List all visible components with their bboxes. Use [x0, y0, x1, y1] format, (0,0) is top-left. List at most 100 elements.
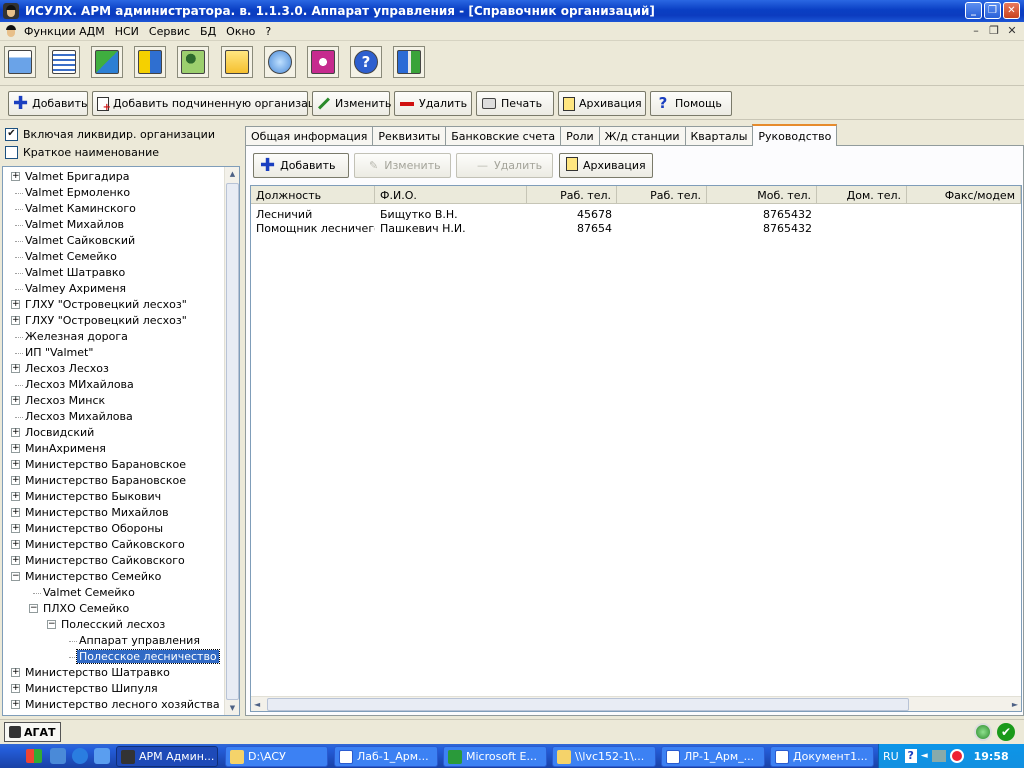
tree-item[interactable]: + Министерство Михайлов [3, 505, 225, 521]
document-icon[interactable] [3, 23, 19, 39]
expand-icon[interactable]: + [11, 556, 20, 565]
tree-item-label[interactable]: Valmet Ермоленко [23, 186, 132, 199]
tree-item[interactable]: + Министерство лесного хозяйства [3, 697, 225, 713]
contact-add-button[interactable]: ✚ Добавить [253, 153, 349, 178]
tab-general[interactable]: Общая информация [245, 126, 374, 146]
mdi-close-icon[interactable]: ✕ [1006, 24, 1018, 37]
tree-item[interactable]: Железная дорога [3, 329, 225, 345]
collapse-icon[interactable]: − [47, 620, 56, 629]
tree-item-label[interactable]: Аппарат управления [77, 634, 202, 647]
tree-item-label[interactable]: Valmey Ахрименя [23, 282, 128, 295]
scroll-left-icon[interactable]: ◄ [254, 697, 260, 711]
tree-item[interactable]: + Министерство Быкович [3, 489, 225, 505]
expand-icon[interactable]: + [11, 428, 20, 437]
scroll-up-icon[interactable]: ▲ [226, 167, 239, 181]
tree-item-label[interactable]: Лосвидский [23, 426, 96, 439]
antivirus-icon[interactable] [949, 749, 964, 763]
tree-item[interactable]: + Министерство Барановское [3, 457, 225, 473]
tree-item[interactable]: + Министерство Шатравко [3, 665, 225, 681]
scroll-thumb[interactable] [267, 698, 909, 711]
quicklaunch-icon[interactable] [94, 748, 110, 764]
table-hscrollbar[interactable]: ◄ ► [251, 696, 1021, 711]
tree-item[interactable]: ИП "Valmet" [3, 345, 225, 361]
expand-icon[interactable]: + [11, 300, 20, 309]
tree-item[interactable]: − Полесский лесхоз [3, 617, 225, 633]
tree-item[interactable]: + МинАхрименя [3, 441, 225, 457]
column-header-mobile-phone[interactable]: Моб. тел. [707, 186, 817, 204]
tree-item-label[interactable]: ИП "Valmet" [23, 346, 95, 359]
column-header-home-phone[interactable]: Дом. тел. [817, 186, 907, 204]
contact-delete-button[interactable]: — Удалить [456, 153, 553, 178]
checkbox-box[interactable]: ✔ [5, 127, 18, 141]
scroll-thumb[interactable] [226, 183, 239, 700]
contacts-table[interactable]: Должность Ф.И.О. Раб. тел. Раб. тел. Моб… [250, 185, 1022, 712]
tab-roles[interactable]: Роли [560, 126, 600, 146]
tree-item-label[interactable]: ПЛХО Семейко [41, 602, 131, 615]
tree-item[interactable]: + ГЛХУ "Островецкий лесхоз" [3, 297, 225, 313]
tree-item-label[interactable]: Valmet Каминского [23, 202, 138, 215]
contact-edit-button[interactable]: ✎ Изменить [354, 153, 451, 178]
scroll-down-icon[interactable]: ▼ [226, 701, 239, 715]
task-network-folder[interactable]: \\lvc152-1\... [552, 746, 656, 767]
expand-icon[interactable]: + [11, 508, 20, 517]
menu-db[interactable]: БД [195, 25, 221, 38]
tree-item[interactable]: + ГЛХУ "Островецкий лесхоз" [3, 313, 225, 329]
menu-functions[interactable]: Функции АДМ [19, 25, 110, 38]
tree-item-label[interactable]: ГЛХУ "Островецкий лесхоз" [23, 314, 189, 327]
help-tray-icon[interactable]: ? [904, 749, 917, 763]
column-header-position[interactable]: Должность [251, 186, 375, 204]
tab-quarters[interactable]: Кварталы [684, 126, 754, 146]
add-subordinate-button[interactable]: + Добавить подчиненную организацию [92, 91, 332, 116]
scroll-right-icon[interactable]: ► [1012, 697, 1018, 711]
expand-icon[interactable]: + [11, 540, 20, 549]
menu-nsi[interactable]: НСИ [110, 25, 144, 38]
map-button[interactable] [91, 46, 123, 78]
tree-item[interactable]: + Министерство Сайковского [3, 553, 225, 569]
tree-item[interactable]: Valmet Шатравко [3, 265, 225, 281]
tree-item-label[interactable]: Министерство Барановское [23, 474, 188, 487]
print-button[interactable]: Печать [476, 91, 554, 116]
tree-item-label[interactable]: Valmet Шатравко [23, 266, 127, 279]
tree-item-label[interactable]: ГЛХУ "Островецкий лесхоз" [23, 298, 189, 311]
tree-item[interactable]: + Министерство Барановское [3, 473, 225, 489]
tree-item-label[interactable]: Министерство Сайковского [23, 538, 187, 551]
collapse-icon[interactable]: − [11, 572, 20, 581]
edit-document-button[interactable] [221, 46, 253, 78]
expand-icon[interactable]: + [11, 492, 20, 501]
task-folder[interactable]: D:\АСУ [225, 746, 328, 767]
tree-item-label[interactable]: Лесхоз Минск [23, 394, 107, 407]
column-header-name[interactable]: Ф.И.О. [375, 186, 527, 204]
tree-item[interactable]: + Лесхоз Минск [3, 393, 225, 409]
menu-help[interactable]: ? [260, 25, 276, 38]
tree-item[interactable]: Полесское лесничество [3, 649, 225, 665]
desktop-icon[interactable] [50, 748, 66, 764]
restore-button[interactable]: ❐ [984, 2, 1001, 19]
expand-icon[interactable]: + [11, 364, 20, 373]
column-header-work-phone-2[interactable]: Раб. тел. [617, 186, 707, 204]
task-arm[interactable]: АРМ Админ... [116, 746, 218, 767]
network-icon[interactable] [931, 750, 946, 762]
tree-item-label[interactable]: Министерство лесного хозяйства [23, 698, 222, 711]
title-bar[interactable]: ИСУЛХ. АРМ администратора. в. 1.1.3.0. А… [0, 0, 1024, 22]
delete-button[interactable]: Удалить [394, 91, 472, 116]
tree-item-label[interactable]: Министерство Шатравко [23, 666, 172, 679]
tree-item-label[interactable]: Министерство Быкович [23, 490, 163, 503]
tree-item[interactable]: + Valmet Бригадира [3, 169, 225, 185]
task-word-lab[interactable]: Лаб-1_Арм... [334, 746, 438, 767]
task-excel[interactable]: Microsoft E... [443, 746, 547, 767]
expand-icon[interactable]: + [11, 396, 20, 405]
camera-button[interactable] [307, 46, 339, 78]
exit-button[interactable] [393, 46, 425, 78]
tree-item[interactable]: Valmet Каминского [3, 201, 225, 217]
tree-item-label[interactable]: Министерство Шипуля [23, 682, 160, 695]
tree-item[interactable]: + Министерство Сайковского [3, 537, 225, 553]
tab-requisites[interactable]: Реквизиты [372, 126, 447, 146]
help-button[interactable]: ? Помощь [650, 91, 732, 116]
tree-scrollbar[interactable]: ▲ ▼ [224, 167, 239, 715]
tree-item[interactable]: Valmet Семейко [3, 249, 225, 265]
tree-item[interactable]: Valmet Михайлов [3, 217, 225, 233]
minimize-button[interactable]: _ [965, 2, 982, 19]
tree-item-label[interactable]: Полесский лесхоз [59, 618, 167, 631]
arrow-left-icon[interactable]: ◄ [921, 751, 928, 761]
archive-button[interactable]: Архивация [558, 91, 646, 116]
